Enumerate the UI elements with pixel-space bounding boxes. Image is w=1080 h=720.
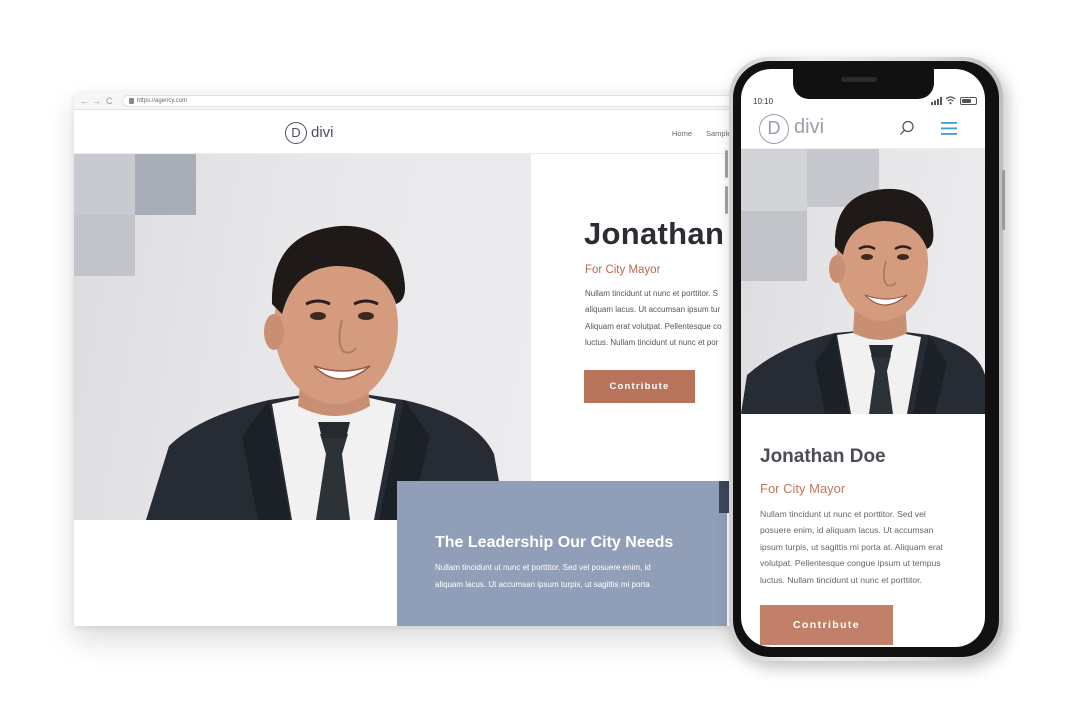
- phone-screen: 10:10 D divi Jonathan Doe For City Mayor…: [741, 69, 985, 647]
- phone-contribute-button[interactable]: Contribute: [760, 605, 893, 645]
- url-text: https://agency.com: [137, 98, 187, 104]
- wifi-icon: [945, 96, 956, 105]
- candidate-portrait-illustration: [74, 154, 506, 520]
- phone-candidate-subtitle: For City Mayor: [760, 481, 846, 496]
- phone-candidate-portrait-illustration: [741, 149, 985, 414]
- battery-icon: [960, 97, 977, 105]
- lock-icon: [129, 98, 134, 104]
- phone-volume-down-button: [725, 186, 728, 214]
- hamburger-menu-icon[interactable]: [941, 122, 957, 135]
- status-time: 10:10: [753, 97, 774, 106]
- phone-speaker: [841, 77, 877, 82]
- divi-logo-text[interactable]: divi: [311, 123, 334, 143]
- signal-icon: [931, 97, 942, 105]
- address-bar[interactable]: https://agency.com: [122, 95, 762, 107]
- candidate-name-heading: Jonathan: [584, 216, 725, 251]
- phone-volume-up-button: [725, 150, 728, 178]
- nav-link-home[interactable]: Home: [672, 129, 692, 138]
- phone-divi-logo-mark[interactable]: D: [759, 114, 789, 144]
- leadership-body-text: Nullam tincidunt ut nunc et porttitor. S…: [435, 563, 651, 589]
- search-icon[interactable]: [899, 120, 915, 136]
- leadership-panel: [397, 481, 727, 626]
- contribute-button[interactable]: Contribute: [584, 370, 695, 403]
- phone-divi-logo-text[interactable]: divi: [794, 116, 824, 139]
- phone-candidate-photo: [741, 149, 985, 414]
- candidate-photo: [74, 154, 531, 520]
- leadership-heading: The Leadership Our City Needs: [435, 534, 674, 551]
- divi-logo-mark[interactable]: D: [285, 122, 307, 144]
- back-icon[interactable]: ←: [80, 95, 89, 107]
- desktop-browser-mockup: ← → C https://agency.com D divi Home Sam…: [74, 92, 774, 626]
- phone-hero-body-text: Nullam tincidunt ut nunc et porttitor. S…: [760, 509, 943, 585]
- phone-notch: [793, 68, 934, 99]
- phone-side-button: [1002, 170, 1005, 230]
- reload-icon[interactable]: C: [106, 95, 113, 107]
- phone-candidate-name-heading: Jonathan Doe: [760, 446, 886, 467]
- forward-icon[interactable]: →: [92, 95, 101, 107]
- phone-site-header: D divi: [741, 109, 985, 149]
- candidate-subtitle: For City Mayor: [585, 264, 661, 276]
- battery-level: [962, 99, 971, 103]
- browser-toolbar: ← → C https://agency.com: [74, 92, 774, 110]
- site-header: D divi Home Sample: [74, 110, 774, 154]
- nav-link-sample[interactable]: Sample: [706, 129, 731, 138]
